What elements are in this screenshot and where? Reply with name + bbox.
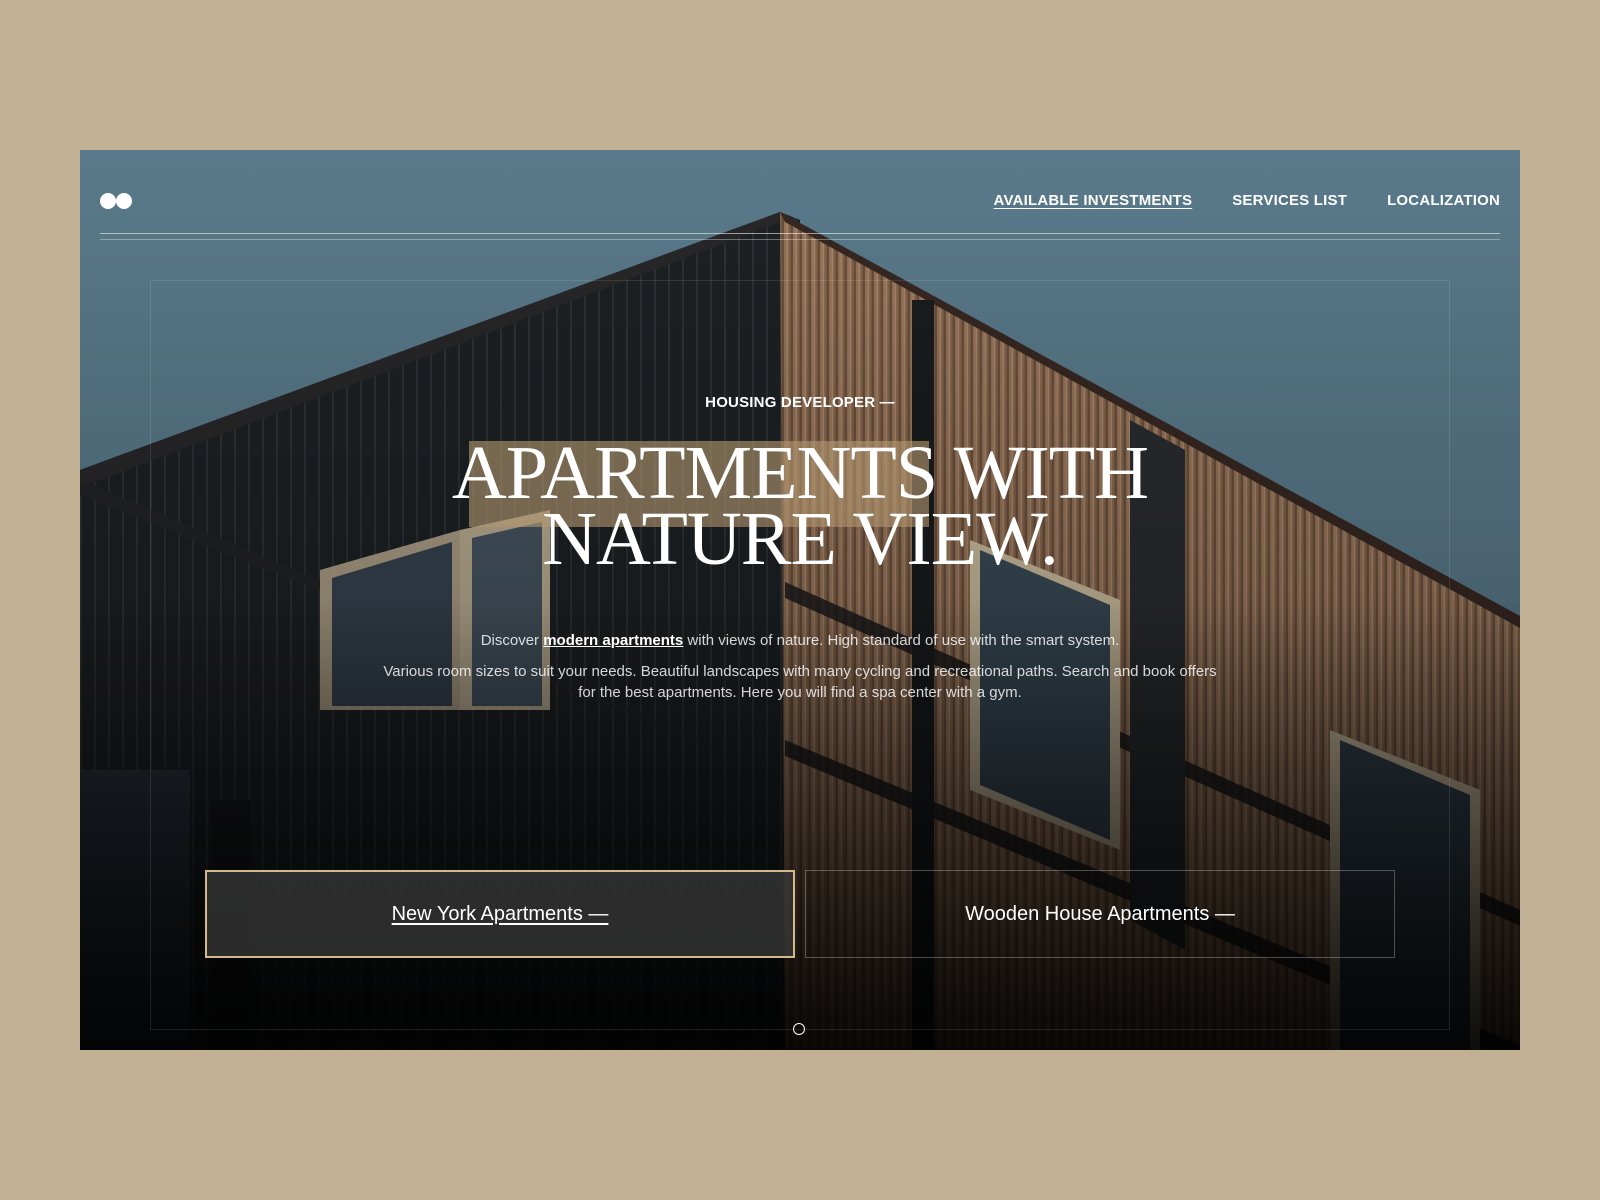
wooden-house-apartments-card[interactable]: Wooden House Apartments — xyxy=(805,870,1395,958)
nav-services-list[interactable]: SERVICES LIST xyxy=(1232,193,1347,209)
modern-apartments-link[interactable]: modern apartments xyxy=(543,632,683,649)
nav-available-investments[interactable]: AVAILABLE INVESTMENTS xyxy=(994,193,1193,209)
hero-frame: AVAILABLE INVESTMENTS SERVICES LIST LOCA… xyxy=(80,150,1520,1050)
hero-eyebrow: HOUSING DEVELOPER — xyxy=(705,394,895,411)
hero-title-line-2: NATURE VIEW. xyxy=(542,497,1059,581)
new-york-apartments-label: New York Apartments — xyxy=(391,902,609,925)
logo-icon[interactable] xyxy=(100,193,134,209)
desc-1-after: with views of nature. High standard of u… xyxy=(683,632,1120,649)
main-nav: AVAILABLE INVESTMENTS SERVICES LIST LOCA… xyxy=(994,193,1500,209)
hero-title: APARTMENTS WITH NATURE VIEW. xyxy=(80,435,1520,581)
logo-circle xyxy=(116,193,132,209)
nav-localization[interactable]: LOCALIZATION xyxy=(1387,193,1500,209)
wooden-house-apartments-label: Wooden House Apartments — xyxy=(965,902,1235,925)
new-york-apartments-card[interactable]: New York Apartments — xyxy=(205,870,795,958)
hero-title-wrapper: APARTMENTS WITH NATURE VIEW. xyxy=(80,435,1520,581)
hero-description-1: Discover modern apartments with views of… xyxy=(80,630,1520,651)
logo-circle xyxy=(100,193,116,209)
top-header: AVAILABLE INVESTMENTS SERVICES LIST LOCA… xyxy=(100,150,1500,240)
desc-2-text: Various room sizes to suit your needs. B… xyxy=(383,663,1217,701)
desc-1-before: Discover xyxy=(480,632,544,649)
slider-circle-indicator[interactable] xyxy=(793,1023,805,1035)
hero-description-2: Various room sizes to suit your needs. B… xyxy=(80,661,1520,703)
